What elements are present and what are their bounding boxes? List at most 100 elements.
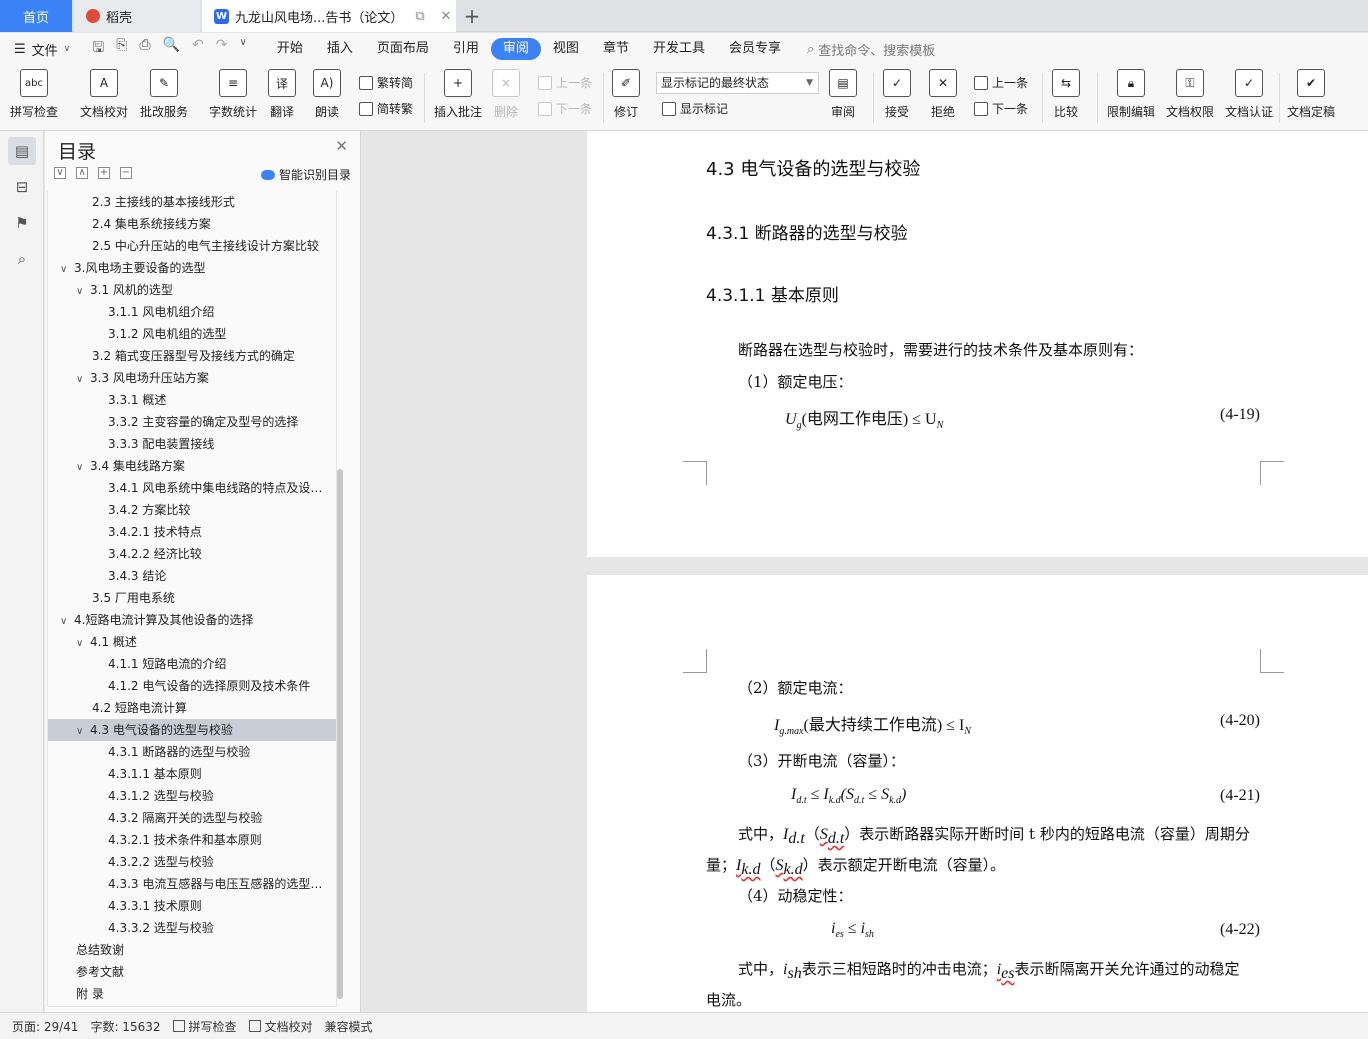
toc-item[interactable]: 3.5 厂用电系统 (48, 587, 336, 609)
smart-toc-button[interactable]: 智能识别目录 (260, 166, 351, 183)
file-menu[interactable]: ☰ 文件 ∨ (14, 40, 70, 59)
doc-permission-button[interactable]: ⚿ 文档权限 (1166, 69, 1214, 120)
save-icon[interactable]: 🖫 (92, 37, 104, 61)
tab-section[interactable]: 章节 (591, 38, 641, 60)
close-tab-icon[interactable]: ✕ (436, 9, 456, 24)
toc-item[interactable]: 总结致谢 (48, 939, 336, 961)
toc-item[interactable]: 3.1.2 风电机组的选型 (48, 323, 336, 345)
tab-start[interactable]: 开始 (265, 38, 315, 60)
redo-icon[interactable]: ↷ (216, 37, 228, 61)
word-count-button[interactable]: ≡ 字数统计 (209, 69, 257, 120)
toc-expand-icon[interactable]: ∨ (60, 611, 74, 631)
toc-item[interactable]: 4.3.3.2 选型与校验 (48, 917, 336, 939)
tab-references[interactable]: 引用 (441, 38, 491, 60)
restrict-edit-button[interactable]: 🔒︎ 限制编辑 (1107, 69, 1155, 120)
restore-icon[interactable]: ⧉ (410, 9, 430, 24)
print-icon[interactable]: ⎙ (139, 37, 150, 61)
toc-item[interactable]: ∨ 4.1 概述 (48, 631, 336, 653)
toc-expand-icon[interactable]: ∨ (76, 721, 90, 741)
prev-change-button[interactable]: 上一条 (974, 74, 1028, 91)
toc-item[interactable]: 4.3.3 电流互感器与电压互感器的选型与校验 (48, 873, 336, 895)
toc-item[interactable]: 3.4.2.2 经济比较 (48, 543, 336, 565)
show-markup-button[interactable]: 显示标记 (662, 100, 728, 117)
command-search[interactable]: ⌕ 查找命令、搜索模板 (807, 40, 935, 59)
tab-document[interactable]: W 九龙山风电场...告书（论文） ⧉ ✕ (202, 0, 456, 32)
tab-developer[interactable]: 开发工具 (641, 38, 717, 60)
toc-item[interactable]: 4.3.2.1 技术条件和基本原则 (48, 829, 336, 851)
reject-button[interactable]: ✕ 拒绝 (929, 69, 957, 120)
toc-item[interactable]: 3.2 箱式变压器型号及接线方式的确定 (48, 345, 336, 367)
tab-daoke[interactable]: 稻壳 (74, 0, 200, 32)
toc-item[interactable]: 3.4.2 方案比较 (48, 499, 336, 521)
doc-finalize-button[interactable]: ✔ 文档定稿 (1287, 69, 1335, 120)
collapse-all-icon[interactable]: ∧ (76, 167, 88, 179)
to-traditional-button[interactable]: 繁转简 (359, 74, 413, 91)
toc-expand-icon[interactable]: ∨ (76, 281, 90, 301)
toc-item[interactable]: 2.3 主接线的基本接线形式 (48, 191, 336, 213)
document-page[interactable]: （2）额定电流： Ig.max(最大持续工作电流) ≤ IN (4-20) （3… (587, 575, 1368, 1012)
review-pane-button[interactable]: ▤ 审阅 (829, 69, 857, 120)
prev-comment-button[interactable]: 上一条 (538, 74, 592, 91)
toc-item[interactable]: 2.4 集电系统接线方案 (48, 213, 336, 235)
expand-all-icon[interactable]: ∨ (54, 167, 66, 179)
toc-item[interactable]: 3.3.3 配电装置接线 (48, 433, 336, 455)
toc-item[interactable]: ∨ 4.3 电气设备的选型与校验 (48, 719, 336, 741)
toc-item[interactable]: 4.3.1 断路器的选型与校验 (48, 741, 336, 763)
word-count-indicator[interactable]: 字数: 15632 (90, 1018, 160, 1035)
toc-item[interactable]: ∨ 3.3 风电场升压站方案 (48, 367, 336, 389)
proofread-status[interactable]: 文档校对 (248, 1018, 313, 1035)
markup-mode-select[interactable]: 显示标记的最终状态 ▼ (656, 72, 819, 94)
toc-item[interactable]: ∨ 3.1 风机的选型 (48, 279, 336, 301)
spellcheck-button[interactable]: abc 拼写检查 (10, 69, 58, 120)
toc-item[interactable]: 3.4.1 风电系统中集电线路的特点及设计要求 (48, 477, 336, 499)
document-page[interactable]: 4.3 电气设备的选型与校验 4.3.1 断路器的选型与校验 4.3.1.1 基… (587, 131, 1368, 557)
toc-item[interactable]: ∨ 3.4 集电线路方案 (48, 455, 336, 477)
toc-item[interactable]: 3.4.3 结论 (48, 565, 336, 587)
toc-item[interactable]: 4.2 短路电流计算 (48, 697, 336, 719)
spellcheck-status[interactable]: 拼写检查 (172, 1018, 237, 1035)
customize-chevron-icon[interactable]: ∨ (240, 37, 247, 61)
translate-button[interactable]: 译 翻译 (268, 69, 296, 120)
toc-item[interactable]: 附 录 (48, 983, 336, 1005)
tab-member[interactable]: 会员专享 (717, 38, 793, 60)
toc-item[interactable]: 3.3.2 主变容量的确定及型号的选择 (48, 411, 336, 433)
chapter-nav-icon[interactable]: ⊟ (8, 173, 36, 201)
tab-home[interactable]: 首页 (0, 0, 72, 32)
toc-scrollbar[interactable] (337, 469, 343, 999)
next-comment-button[interactable]: 下一条 (538, 100, 592, 117)
toc-expand-icon[interactable]: ∨ (60, 259, 74, 279)
toc-item[interactable]: 3.1.1 风电机组介绍 (48, 301, 336, 323)
doc-check-button[interactable]: A 文档校对 (80, 69, 128, 120)
tab-page-layout[interactable]: 页面布局 (365, 38, 441, 60)
new-tab-button[interactable]: + (460, 0, 484, 32)
toc-item[interactable]: 3.3.1 概述 (48, 389, 336, 411)
toc-item[interactable]: 3.4.2.1 技术特点 (48, 521, 336, 543)
batch-service-button[interactable]: ✎ 批改服务 (140, 69, 188, 120)
search-icon[interactable]: ⌕ (8, 245, 36, 273)
revise-button[interactable]: ✐ 修订 (612, 69, 640, 120)
toc-item[interactable]: 4.1.1 短路电流的介绍 (48, 653, 336, 675)
compare-button[interactable]: ⇆ 比较 (1052, 69, 1080, 120)
toc-item[interactable]: 4.3.2.2 选型与校验 (48, 851, 336, 873)
page-indicator[interactable]: 页面: 29/41 (12, 1018, 78, 1035)
export-icon[interactable]: ⎘ (116, 37, 127, 61)
toc-item[interactable]: 参考文献 (48, 961, 336, 983)
delete-comment-button[interactable]: × 删除 (492, 69, 520, 120)
bookmark-icon[interactable]: ⚑ (8, 209, 36, 237)
toc-expand-icon[interactable]: ∨ (76, 633, 90, 653)
accept-button[interactable]: ✓ 接受 (883, 69, 911, 120)
toc-item[interactable]: 4.3.2 隔离开关的选型与校验 (48, 807, 336, 829)
toc-item[interactable]: 4.1.2 电气设备的选择原则及技术条件 (48, 675, 336, 697)
close-icon[interactable]: ✕ (335, 137, 348, 155)
toc-item[interactable]: ∨ 4.短路电流计算及其他设备的选择 (48, 609, 336, 631)
add-heading-icon[interactable]: + (98, 167, 110, 179)
undo-icon[interactable]: ↶ (192, 37, 204, 61)
doc-cert-button[interactable]: ✓ 文档认证 (1225, 69, 1273, 120)
toc-item[interactable]: 4.3.1.2 选型与校验 (48, 785, 336, 807)
toc-expand-icon[interactable]: ∨ (76, 457, 90, 477)
next-change-button[interactable]: 下一条 (974, 100, 1028, 117)
read-aloud-button[interactable]: A) 朗读 (313, 69, 341, 120)
toc-item[interactable]: 4.3.1.1 基本原则 (48, 763, 336, 785)
toc-item[interactable]: 2.5 中心升压站的电气主接线设计方案比较 (48, 235, 336, 257)
tab-insert[interactable]: 插入 (315, 38, 365, 60)
